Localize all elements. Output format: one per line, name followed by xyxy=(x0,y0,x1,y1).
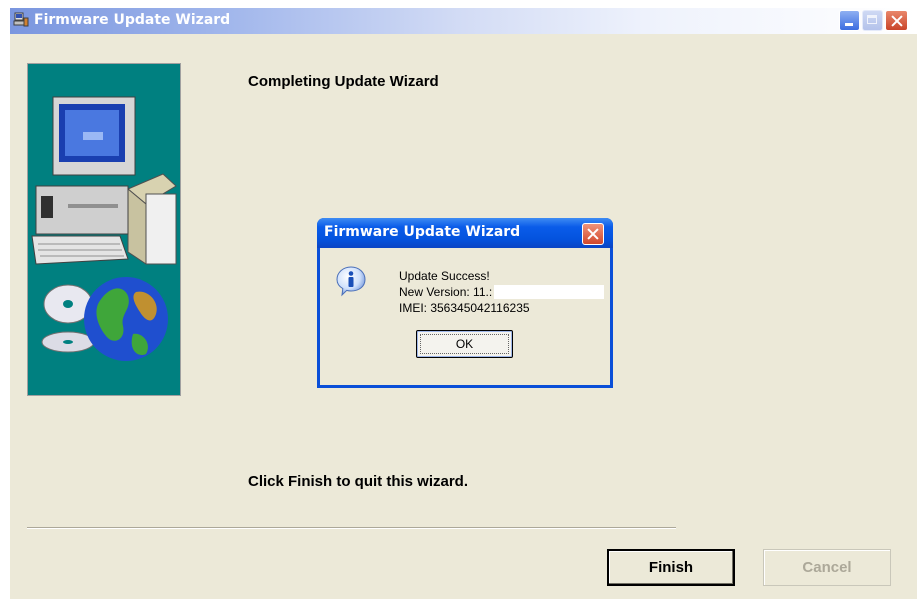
title-bar[interactable]: Firmware Update Wizard xyxy=(10,8,917,34)
cancel-button[interactable]: Cancel xyxy=(763,549,891,586)
finish-button[interactable]: Finish xyxy=(607,549,735,586)
wizard-side-image xyxy=(27,63,181,396)
ok-button[interactable]: OK xyxy=(416,330,513,358)
dialog-title: Firmware Update Wizard xyxy=(324,224,521,240)
dialog-title-bar[interactable]: Firmware Update Wizard xyxy=(317,218,613,248)
ok-button-label: OK xyxy=(455,337,474,351)
redaction-box xyxy=(494,285,604,299)
info-icon xyxy=(336,266,366,297)
version-line: New Version: 11.: xyxy=(399,285,493,299)
dialog-close-button[interactable] xyxy=(582,223,604,245)
dialog-body: Update Success! New Version: 11.: IMEI: … xyxy=(320,248,610,385)
window-title: Firmware Update Wizard xyxy=(34,12,231,28)
wizard-window: Firmware Update Wizard Completing Update… xyxy=(10,8,917,599)
computer-globe-illustration xyxy=(31,96,177,361)
minimize-button[interactable] xyxy=(839,10,860,31)
close-button[interactable] xyxy=(885,10,908,31)
maximize-button[interactable] xyxy=(862,10,883,31)
success-message: Update Success! xyxy=(399,269,490,283)
page-heading: Completing Update Wizard xyxy=(248,73,439,90)
app-icon xyxy=(13,12,29,27)
separator xyxy=(27,527,676,529)
message-dialog: Firmware Update Wizard Update Success! N… xyxy=(317,218,613,388)
instruction-text: Click Finish to quit this wizard. xyxy=(248,473,469,490)
imei-line: IMEI: 356345042116235 xyxy=(399,301,530,315)
